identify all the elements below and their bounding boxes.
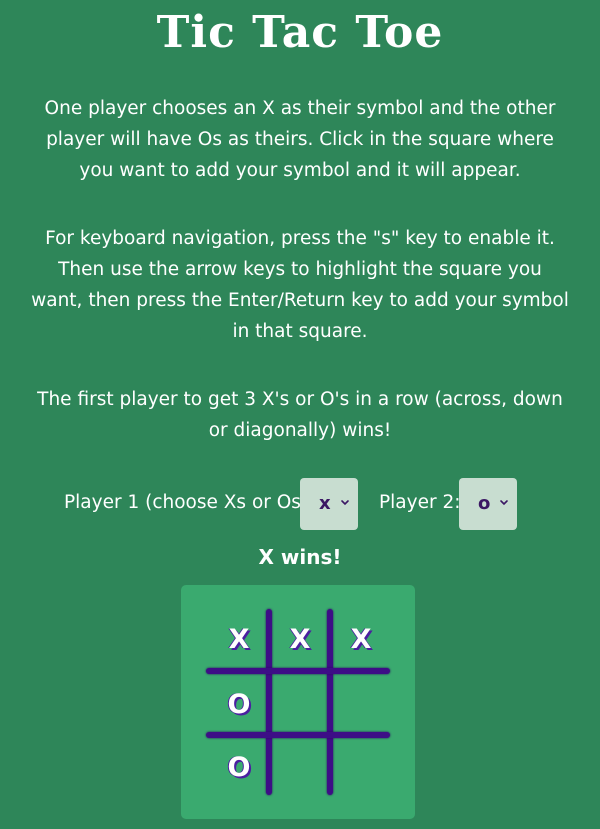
board-cell-5[interactable]	[272, 676, 328, 732]
board-cell-6[interactable]	[333, 676, 389, 732]
board-cell-8[interactable]	[272, 739, 328, 795]
chevron-down-icon	[500, 500, 508, 506]
win-rule-paragraph: The first player to get 3 X's or O's in …	[37, 389, 563, 441]
board-cell-9[interactable]	[333, 739, 389, 795]
grid-line-horizontal	[206, 668, 390, 674]
instructions-paragraph: One player chooses an X as their symbol …	[44, 98, 556, 181]
game-board: X X X O O	[181, 585, 415, 819]
game-status: X wins!	[258, 545, 342, 569]
chevron-down-icon	[341, 500, 349, 506]
keyboard-instructions-paragraph: For keyboard navigation, press the "s" k…	[31, 228, 569, 342]
board-cell-4[interactable]: O	[211, 676, 267, 732]
player-selection: Player 1 (choose Xs or Os): x Player 2: …	[0, 478, 600, 530]
player2-label: Player 2:	[379, 492, 461, 513]
player1-symbol-select[interactable]: x	[300, 478, 358, 530]
board-cell-7[interactable]: O	[211, 739, 267, 795]
grid-line-horizontal	[206, 732, 390, 738]
player2-symbol-select[interactable]: o	[459, 478, 517, 530]
player1-label: Player 1 (choose Xs or Os):	[64, 492, 315, 513]
board-cell-2[interactable]: X	[272, 611, 328, 667]
player1-symbol-value: x	[319, 493, 331, 514]
player2-symbol-value: o	[478, 493, 491, 514]
board-cell-1[interactable]: X	[211, 611, 267, 667]
board-cell-3[interactable]: X	[333, 611, 389, 667]
page-title: Tic Tac Toe	[156, 7, 444, 58]
